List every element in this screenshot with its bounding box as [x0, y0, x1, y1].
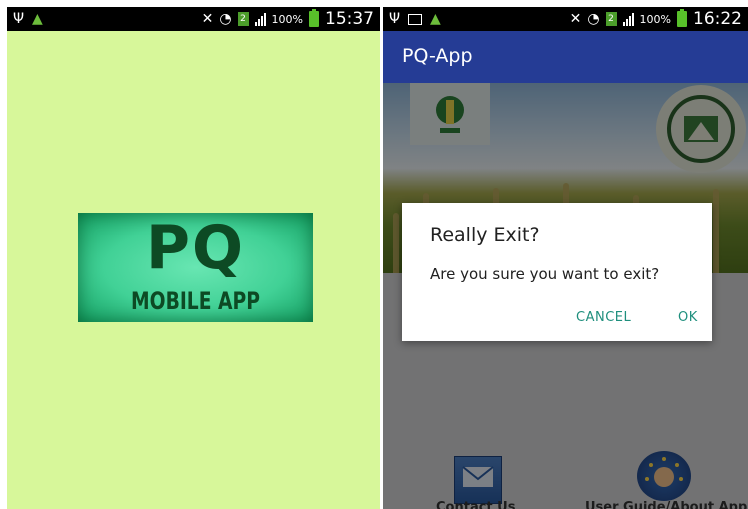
cancel-button[interactable]: CANCEL — [576, 310, 631, 325]
status-bar: Ψ ▲ ✕ ◔ 2 100% 15:37 — [7, 7, 380, 31]
usb-icon: Ψ — [13, 11, 25, 27]
app-bar: PQ-App — [383, 31, 748, 83]
battery-percent: 100% — [271, 12, 303, 26]
status-bar: Ψ ▲ ✕ ◔ 2 100% 16:22 — [383, 7, 748, 31]
clock: 16:22 — [693, 9, 742, 29]
signal-icon — [254, 12, 266, 26]
ok-button[interactable]: OK — [678, 310, 698, 325]
android-icon: ▲ — [32, 11, 43, 27]
logo-subtitle: MOBILE APP — [131, 287, 260, 315]
sim-badge: 2 — [605, 12, 617, 26]
mute-icon: ✕ — [569, 11, 582, 27]
dialog-title: Really Exit? — [430, 224, 540, 246]
logo-title: PQ — [146, 213, 245, 283]
sim-badge: 2 — [237, 12, 249, 26]
battery-icon — [309, 9, 319, 27]
app-title: PQ-App — [402, 45, 473, 67]
mute-icon: ✕ — [201, 11, 214, 27]
signal-icon — [622, 12, 634, 26]
battery-icon — [677, 9, 687, 27]
app-logo: PQ MOBILE APP — [78, 213, 313, 322]
battery-percent: 100% — [639, 12, 671, 26]
app-screen: Ψ ▲ ✕ ◔ 2 100% 16:22 PQ-App Contact Us U… — [383, 7, 748, 509]
splash-screen: Ψ ▲ ✕ ◔ 2 100% 15:37 PQ MOBILE APP — [7, 7, 380, 509]
android-icon: ▲ — [430, 11, 441, 27]
wifi-icon: ◔ — [219, 11, 232, 27]
clock: 15:37 — [325, 9, 374, 29]
image-icon — [408, 13, 423, 25]
usb-icon: Ψ — [389, 11, 401, 27]
wifi-icon: ◔ — [587, 11, 600, 27]
dialog-message: Are you sure you want to exit? — [430, 265, 660, 283]
exit-confirm-dialog: Really Exit? Are you sure you want to ex… — [402, 203, 712, 341]
